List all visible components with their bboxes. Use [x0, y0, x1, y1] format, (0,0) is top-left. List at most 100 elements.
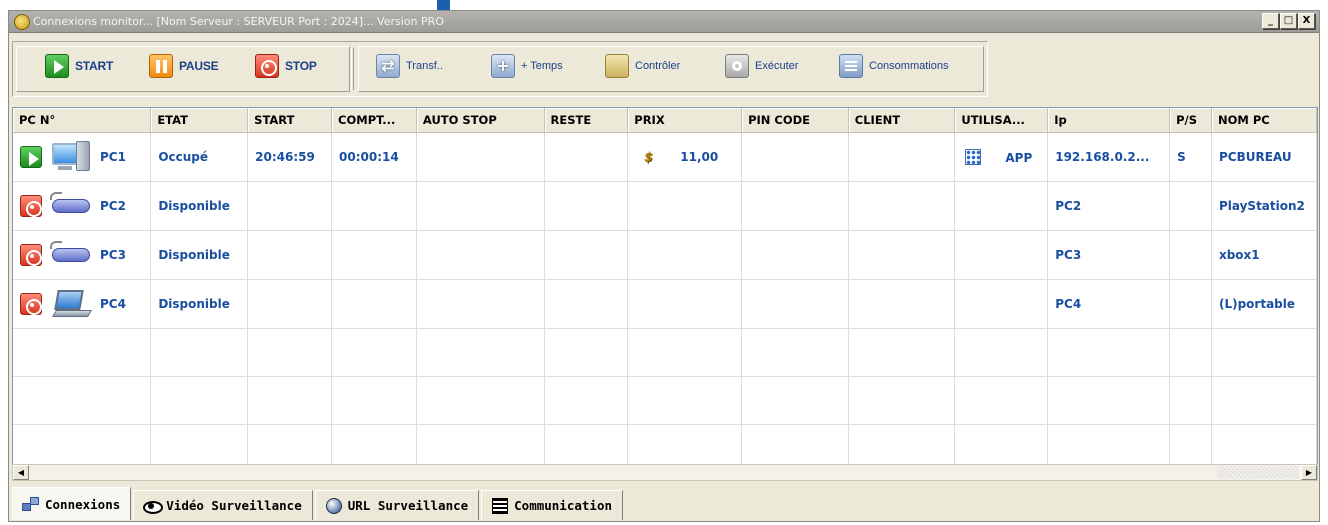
- transfer-button[interactable]: ⇄ Transf..: [376, 50, 443, 82]
- table-row[interactable]: PC1 Occupé 20:46:59 00:00:14 $11,00 APP: [13, 132, 1317, 182]
- table-row[interactable]: PC4 Disponible PC4 (L)portable: [13, 279, 1317, 329]
- tab-connexions[interactable]: Connexions: [12, 487, 132, 520]
- nom-pc-cell[interactable]: xbox1: [1211, 230, 1317, 280]
- etat-cell[interactable]: Disponible: [150, 181, 249, 231]
- utilisateur-cell[interactable]: [954, 279, 1049, 329]
- execute-button[interactable]: Exécuter: [725, 50, 798, 82]
- column-header-prix[interactable]: PRIX: [627, 108, 743, 133]
- nom-pc-cell[interactable]: PCBUREAU: [1211, 132, 1317, 182]
- column-header-client[interactable]: CLIENT: [848, 108, 956, 133]
- stop-icon[interactable]: [20, 292, 42, 315]
- reste-cell[interactable]: [544, 132, 629, 182]
- ps-cell[interactable]: [1169, 279, 1212, 329]
- compteur-cell[interactable]: [331, 181, 417, 231]
- compteur-cell[interactable]: [331, 230, 417, 280]
- connexions-monitor-window: Connexions monitor... [Nom Serveur : SER…: [8, 10, 1320, 522]
- prix-cell[interactable]: [627, 181, 743, 231]
- etat-cell[interactable]: Occupé: [150, 132, 249, 182]
- pc-cell[interactable]: PC2: [13, 181, 152, 231]
- auto-stop-cell[interactable]: [416, 230, 545, 280]
- header-row: PC N° ETAT START COMPT... AUTO STOP REST…: [13, 108, 1317, 133]
- column-header-pc[interactable]: PC N°: [13, 108, 152, 133]
- etat-cell[interactable]: Disponible: [150, 279, 249, 329]
- column-header-reste[interactable]: RESTE: [544, 108, 629, 133]
- pc-cell[interactable]: PC1: [13, 132, 152, 182]
- control-button[interactable]: Contrôler: [605, 50, 680, 82]
- start-cell[interactable]: [247, 279, 333, 329]
- ps-cell[interactable]: [1169, 181, 1212, 231]
- column-header-ps[interactable]: P/S: [1169, 108, 1212, 133]
- ip-cell[interactable]: PC3: [1047, 230, 1171, 280]
- start-cell[interactable]: 20:46:59: [247, 132, 333, 182]
- pin-code-cell[interactable]: [741, 181, 849, 231]
- pc-cell[interactable]: PC3: [13, 230, 152, 280]
- prix-cell[interactable]: [627, 230, 743, 280]
- column-header-utilisateur[interactable]: UTILISA...: [954, 108, 1049, 133]
- tab-url-surveillance[interactable]: URL Surveillance: [314, 490, 480, 520]
- utilisateur-cell[interactable]: APP: [954, 132, 1049, 182]
- horizontal-scrollbar[interactable]: ◀ ▶: [12, 464, 1318, 481]
- start-cell[interactable]: [247, 181, 333, 231]
- client-cell[interactable]: [848, 279, 956, 329]
- start-button[interactable]: START: [45, 50, 113, 82]
- pin-code-cell[interactable]: [741, 230, 849, 280]
- compteur-cell[interactable]: 00:00:14: [331, 132, 417, 182]
- reste-cell[interactable]: [544, 181, 629, 231]
- pin-code-cell[interactable]: [741, 279, 849, 329]
- auto-stop-cell[interactable]: [416, 132, 545, 182]
- window-title: Connexions monitor... [Nom Serveur : SER…: [33, 15, 444, 28]
- nom-pc-cell[interactable]: (L)portable: [1211, 279, 1317, 329]
- compteur-cell[interactable]: [331, 279, 417, 329]
- play-icon[interactable]: [20, 145, 42, 168]
- ps-cell[interactable]: [1169, 230, 1212, 280]
- column-header-ip[interactable]: Ip: [1047, 108, 1171, 133]
- client-cell[interactable]: [848, 132, 956, 182]
- utilisateur-cell[interactable]: [954, 181, 1049, 231]
- stop-button[interactable]: STOP: [255, 50, 317, 82]
- client-cell[interactable]: [848, 230, 956, 280]
- close-button[interactable]: X: [1298, 13, 1315, 29]
- scroll-left-button[interactable]: ◀: [13, 465, 29, 480]
- prix-cell[interactable]: $11,00: [627, 132, 743, 182]
- table-row[interactable]: PC2 Disponible PC2 PlayStation2: [13, 181, 1317, 231]
- stop-icon[interactable]: [20, 243, 42, 266]
- toolbar: START PAUSE STOP ⇄ Transf.. + + Temps Co…: [12, 41, 988, 97]
- start-cell[interactable]: [247, 230, 333, 280]
- ps-cell[interactable]: S: [1169, 132, 1212, 182]
- auto-stop-cell[interactable]: [416, 181, 545, 231]
- tab-label: Connexions: [45, 496, 121, 512]
- pc-cell[interactable]: PC4: [13, 279, 152, 329]
- etat-cell[interactable]: Disponible: [150, 230, 249, 280]
- reste-cell[interactable]: [544, 230, 629, 280]
- prix-cell[interactable]: [627, 279, 743, 329]
- tab-video-surveillance[interactable]: Vidéo Surveillance: [133, 490, 313, 520]
- scroll-thumb[interactable]: [1217, 466, 1299, 479]
- column-header-auto-stop[interactable]: AUTO STOP: [416, 108, 545, 133]
- empty-row: [13, 328, 1317, 377]
- tab-communication[interactable]: Communication: [481, 490, 623, 520]
- pin-code-cell[interactable]: [741, 132, 849, 182]
- utilisateur-cell[interactable]: [954, 230, 1049, 280]
- auto-stop-cell[interactable]: [416, 279, 545, 329]
- column-header-compteur[interactable]: COMPT...: [331, 108, 417, 133]
- column-header-nom-pc[interactable]: NOM PC: [1211, 108, 1317, 133]
- table-row[interactable]: PC3 Disponible PC3 xbox1: [13, 230, 1317, 280]
- ip-cell[interactable]: 192.168.0.2...: [1047, 132, 1171, 182]
- reste-cell[interactable]: [544, 279, 629, 329]
- consumptions-button[interactable]: Consommations: [839, 50, 948, 82]
- stop-icon[interactable]: [20, 194, 42, 217]
- maximize-button[interactable]: □: [1280, 13, 1297, 29]
- ip-cell[interactable]: PC4: [1047, 279, 1171, 329]
- nom-pc-cell[interactable]: PlayStation2: [1211, 181, 1317, 231]
- add-time-button[interactable]: + + Temps: [491, 50, 563, 82]
- app-smiley-icon: [14, 14, 30, 30]
- ip-cell[interactable]: PC2: [1047, 181, 1171, 231]
- column-header-etat[interactable]: ETAT: [150, 108, 249, 133]
- column-header-pin-code[interactable]: PIN CODE: [741, 108, 849, 133]
- minimize-button[interactable]: _: [1262, 13, 1279, 29]
- scroll-right-button[interactable]: ▶: [1301, 465, 1317, 480]
- column-header-start[interactable]: START: [247, 108, 333, 133]
- pause-button[interactable]: PAUSE: [149, 50, 219, 82]
- toolbar-grip[interactable]: [351, 48, 354, 90]
- client-cell[interactable]: [848, 181, 956, 231]
